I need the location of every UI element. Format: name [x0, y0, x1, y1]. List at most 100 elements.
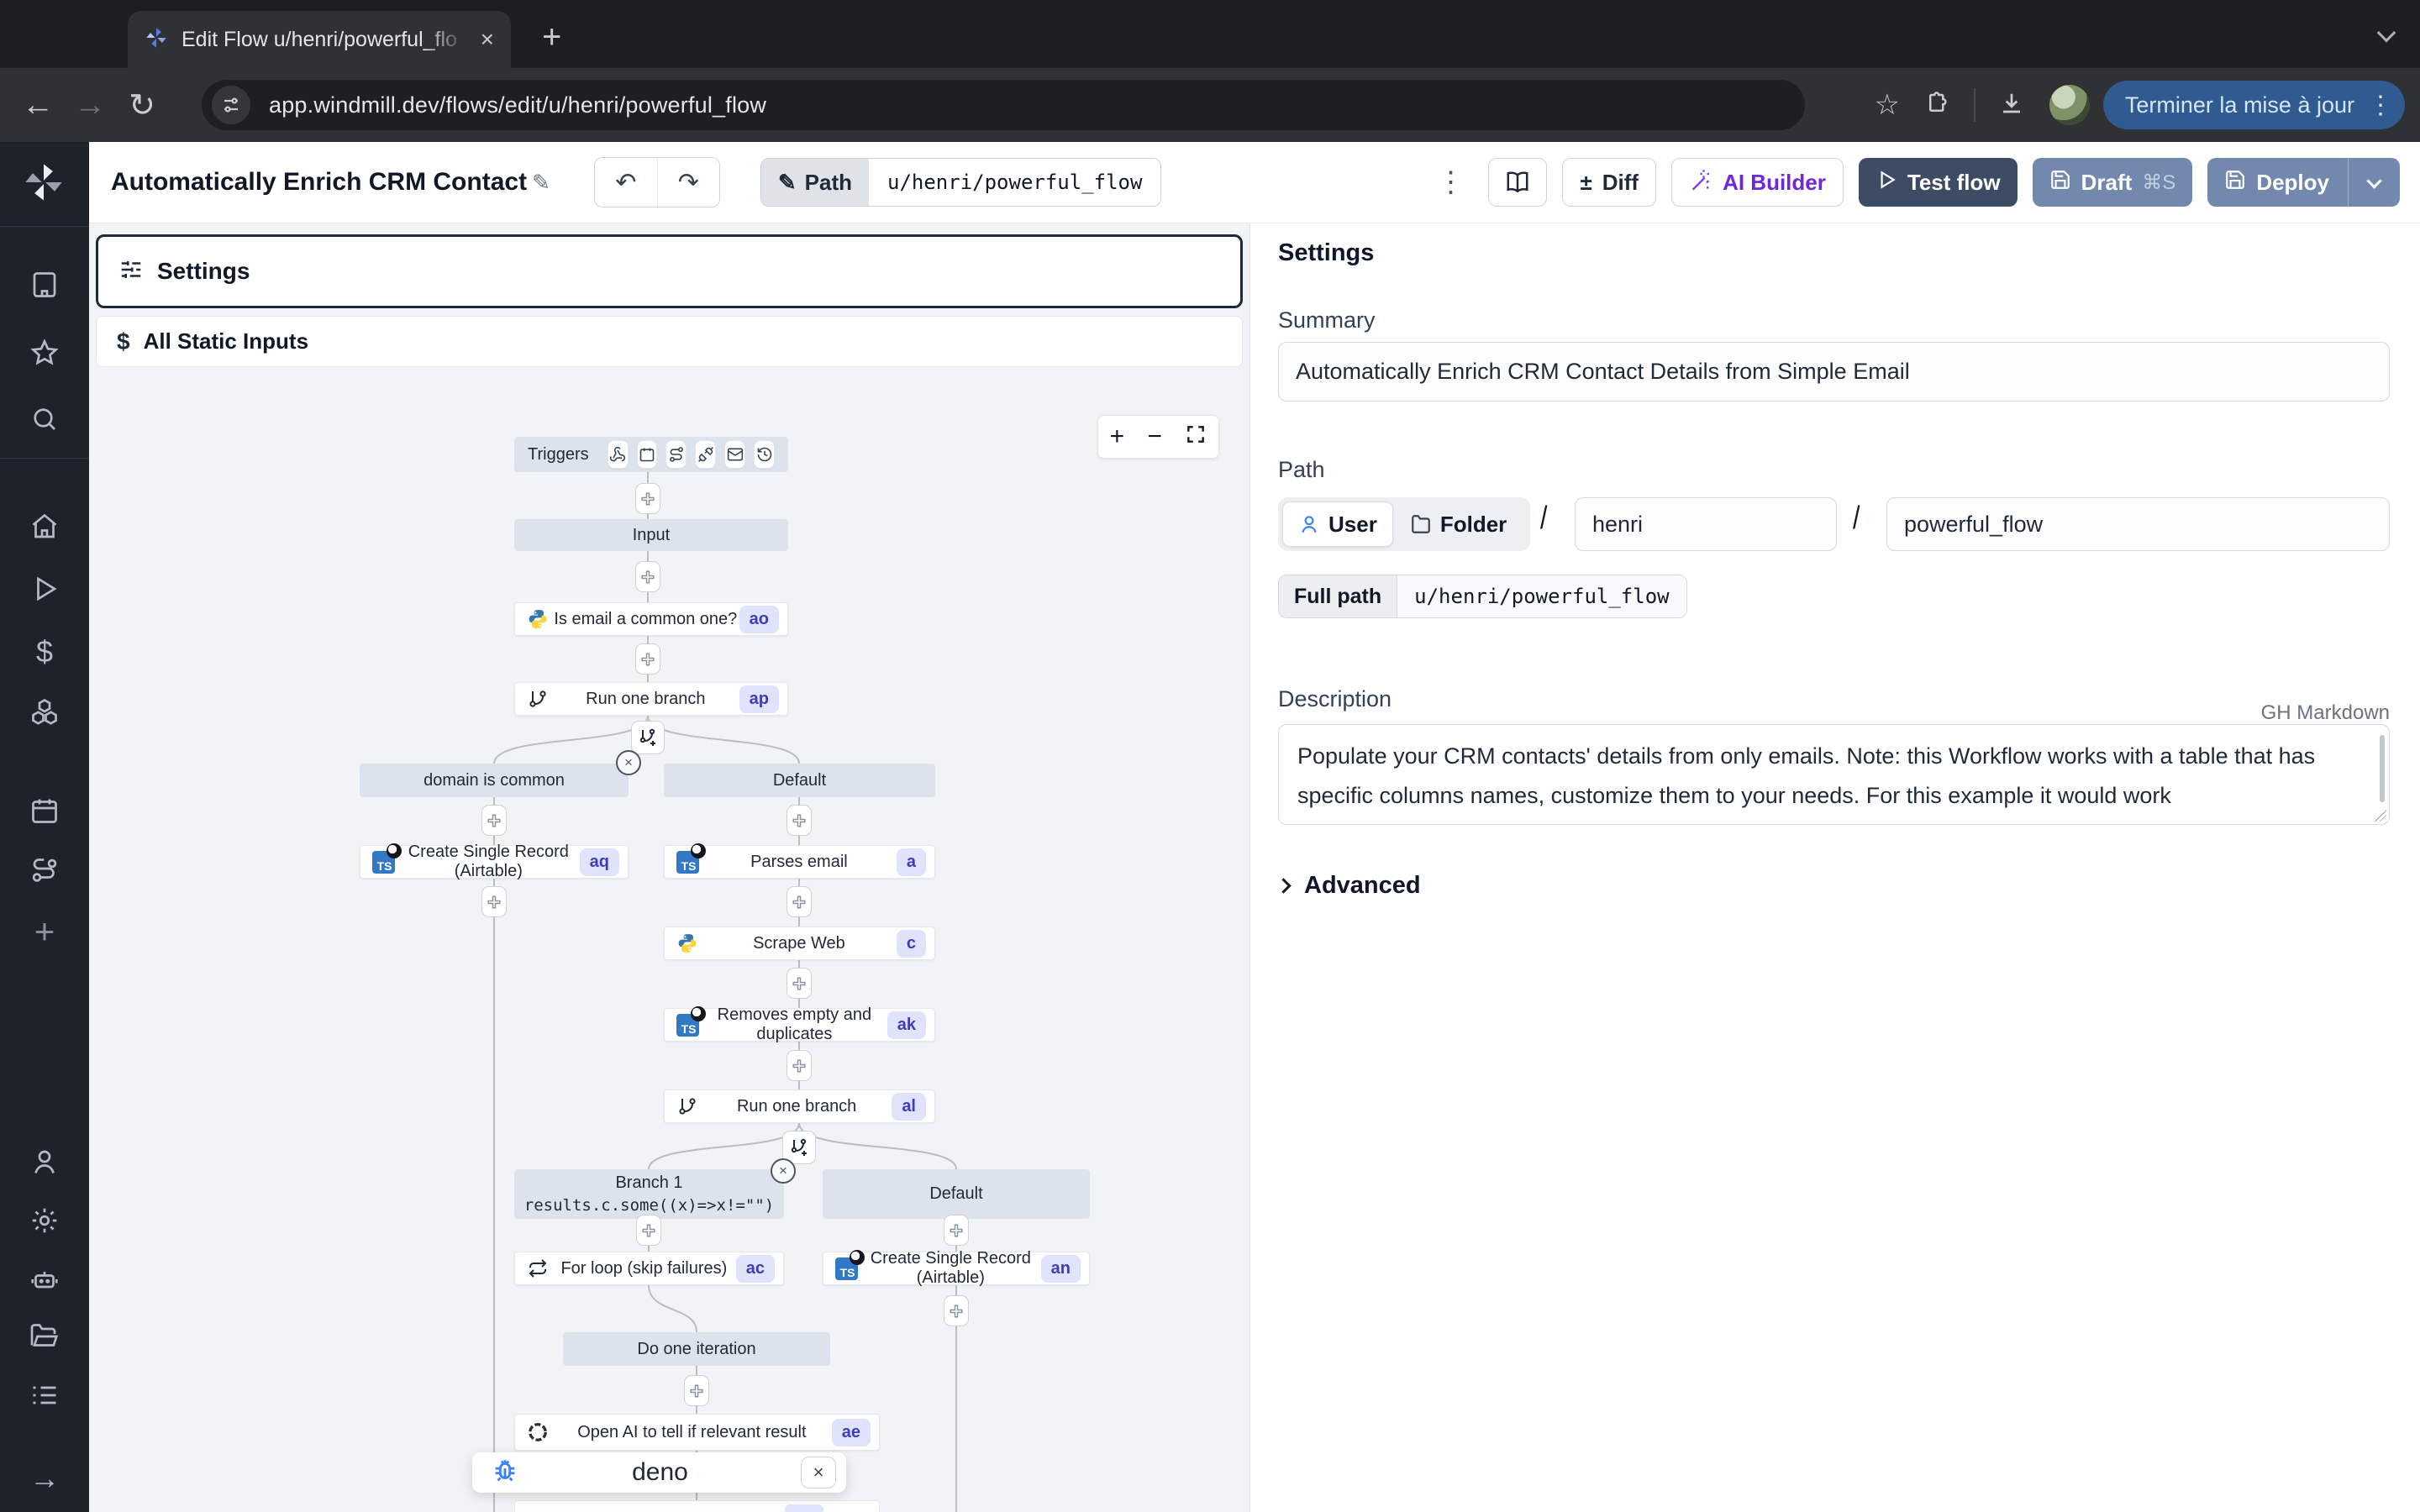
- deploy-dropdown-icon[interactable]: [2366, 173, 2381, 188]
- sidebar-item-resources[interactable]: [0, 696, 89, 727]
- step-is-email-common[interactable]: Is email a common one? ao: [514, 602, 788, 636]
- route-icon[interactable]: [666, 440, 687, 469]
- sidebar-item-workers[interactable]: [0, 1264, 89, 1294]
- url-bar[interactable]: app.windmill.dev/flows/edit/u/henri/powe…: [202, 80, 1805, 130]
- sidebar-item-favorites[interactable]: [0, 338, 89, 368]
- step-create-record-an[interactable]: TS Create Single Record (Airtable) an: [823, 1252, 1090, 1285]
- folder-toggle[interactable]: Folder: [1395, 501, 1522, 547]
- browser-tab[interactable]: Edit Flow u/henri/powerful_flo ×: [128, 11, 511, 68]
- step-run-one-branch-1[interactable]: Run one branch ap: [514, 682, 788, 716]
- branch-domain-is-common[interactable]: domain is common: [360, 764, 629, 797]
- sidebar-item-schedules[interactable]: [0, 795, 89, 826]
- tab-search-icon[interactable]: [2368, 17, 2405, 54]
- summary-input[interactable]: Automatically Enrich CRM Contact Details…: [1278, 342, 2390, 402]
- sidebar-item-folders[interactable]: [0, 1321, 89, 1352]
- branch-1-header[interactable]: Branch 1 results.c.some((x)=>x!=""): [514, 1169, 784, 1219]
- redo-button[interactable]: ↷: [657, 158, 719, 207]
- flow-title[interactable]: Automatically Enrich CRM Contact: [111, 168, 527, 197]
- add-branch-icon[interactable]: [631, 721, 665, 754]
- step-openai-relevant[interactable]: Open AI to tell if relevant result ae: [514, 1414, 880, 1451]
- websocket-icon[interactable]: [695, 440, 716, 469]
- input-node[interactable]: Input: [514, 519, 788, 551]
- diff-button[interactable]: ± Diff: [1562, 158, 1656, 207]
- new-tab-icon[interactable]: +: [542, 18, 561, 56]
- browser-update-button[interactable]: Terminer la mise à jour ⋮: [2103, 81, 2405, 129]
- step-create-record-aq[interactable]: TS Create Single Record (Airtable) aq: [360, 845, 629, 879]
- advanced-section-toggle[interactable]: Advanced: [1278, 872, 1421, 900]
- test-flow-button[interactable]: Test flow: [1859, 158, 2018, 207]
- ai-builder-button[interactable]: AI Builder: [1671, 158, 1844, 207]
- edit-title-icon[interactable]: ✎: [532, 170, 550, 196]
- sidebar-item-home[interactable]: [0, 512, 89, 542]
- insert-step-button[interactable]: [635, 483, 660, 514]
- insert-step-button[interactable]: [944, 1295, 969, 1326]
- flow-name-input[interactable]: powerful_flow: [1886, 497, 2390, 551]
- back-icon[interactable]: ←: [12, 87, 64, 123]
- sidebar-item-triggers[interactable]: [0, 856, 89, 886]
- triggers-node[interactable]: Triggers: [514, 437, 788, 472]
- remove-branch-icon[interactable]: ×: [616, 750, 641, 775]
- deno-close-icon[interactable]: ×: [801, 1457, 836, 1488]
- browser-menu-icon[interactable]: ⋮: [2368, 91, 2393, 120]
- insert-step-button[interactable]: [635, 561, 660, 592]
- zoom-in-icon[interactable]: +: [1110, 424, 1125, 449]
- download-icon[interactable]: [1987, 91, 2036, 120]
- insert-step-button[interactable]: [944, 1215, 969, 1246]
- bookmark-star-icon[interactable]: ☆: [1861, 88, 1913, 122]
- step-partial-bottom[interactable]: [514, 1500, 880, 1512]
- extensions-icon[interactable]: [1913, 91, 1962, 120]
- schedule-icon[interactable]: [637, 440, 658, 469]
- step-for-loop[interactable]: For loop (skip failures) ac: [514, 1252, 784, 1285]
- remove-branch-icon[interactable]: ×: [771, 1158, 796, 1184]
- profile-avatar[interactable]: [2049, 85, 2090, 125]
- step-removes-empty[interactable]: TS Removes empty and duplicates ak: [664, 1008, 935, 1042]
- flow-settings-node[interactable]: Settings: [96, 234, 1243, 308]
- fullscreen-icon[interactable]: [1185, 423, 1207, 450]
- sidebar-item-users[interactable]: [0, 1147, 89, 1177]
- sidebar-item-settings[interactable]: [0, 1205, 89, 1236]
- sidebar-item-workspace[interactable]: [0, 270, 89, 300]
- insert-step-button[interactable]: [481, 886, 507, 917]
- insert-step-button[interactable]: [786, 805, 812, 836]
- sidebar-item-runs[interactable]: [0, 574, 89, 604]
- step-parses-email[interactable]: TS Parses email a: [664, 845, 935, 879]
- webhook-icon[interactable]: [608, 440, 629, 469]
- insert-step-button[interactable]: [786, 886, 812, 917]
- email-trigger-icon[interactable]: [724, 440, 745, 469]
- docs-button[interactable]: [1488, 158, 1547, 207]
- site-settings-icon[interactable]: [212, 86, 250, 124]
- description-textarea[interactable]: Populate your CRM contacts' details from…: [1278, 724, 2390, 825]
- sidebar-item-variables[interactable]: $: [0, 634, 89, 669]
- insert-step-button[interactable]: [786, 1050, 812, 1081]
- deploy-button[interactable]: Deploy: [2207, 158, 2400, 207]
- windmill-logo[interactable]: [22, 160, 66, 208]
- more-options-icon[interactable]: ⋮: [1436, 165, 1465, 199]
- textarea-scrollbar[interactable]: [2380, 735, 2385, 802]
- forward-icon[interactable]: →: [64, 87, 116, 123]
- sidebar-item-add[interactable]: +: [0, 911, 89, 952]
- insert-step-button[interactable]: [636, 1215, 661, 1246]
- textarea-resize-handle[interactable]: [2375, 810, 2386, 822]
- step-run-one-branch-2[interactable]: Run one branch al: [664, 1089, 935, 1123]
- poll-icon[interactable]: [754, 440, 775, 469]
- draft-button[interactable]: Draft ⌘S: [2033, 158, 2193, 207]
- user-toggle[interactable]: User: [1282, 501, 1393, 547]
- branch-default-2[interactable]: Default: [823, 1169, 1090, 1219]
- path-chip[interactable]: ✎ Path u/henri/powerful_flow: [760, 158, 1162, 207]
- insert-step-button[interactable]: [635, 643, 660, 675]
- reload-icon[interactable]: ↻: [116, 87, 168, 124]
- insert-step-button[interactable]: [684, 1375, 709, 1406]
- zoom-out-icon[interactable]: −: [1148, 424, 1163, 449]
- sidebar-expand-icon[interactable]: →: [0, 1461, 89, 1496]
- tab-close-icon[interactable]: ×: [481, 28, 494, 51]
- all-static-inputs-node[interactable]: $ All Static Inputs: [96, 316, 1243, 367]
- owner-input[interactable]: henri: [1575, 497, 1837, 551]
- sidebar-item-search[interactable]: [0, 404, 89, 434]
- branch-default-1[interactable]: Default: [664, 764, 935, 797]
- step-scrape-web[interactable]: Scrape Web c: [664, 927, 935, 960]
- do-one-iteration-node[interactable]: Do one iteration: [563, 1332, 830, 1366]
- undo-button[interactable]: ↶: [595, 158, 657, 207]
- sidebar-item-logs[interactable]: [0, 1380, 89, 1410]
- insert-step-button[interactable]: [786, 968, 812, 999]
- deno-popup[interactable]: deno ×: [472, 1452, 846, 1493]
